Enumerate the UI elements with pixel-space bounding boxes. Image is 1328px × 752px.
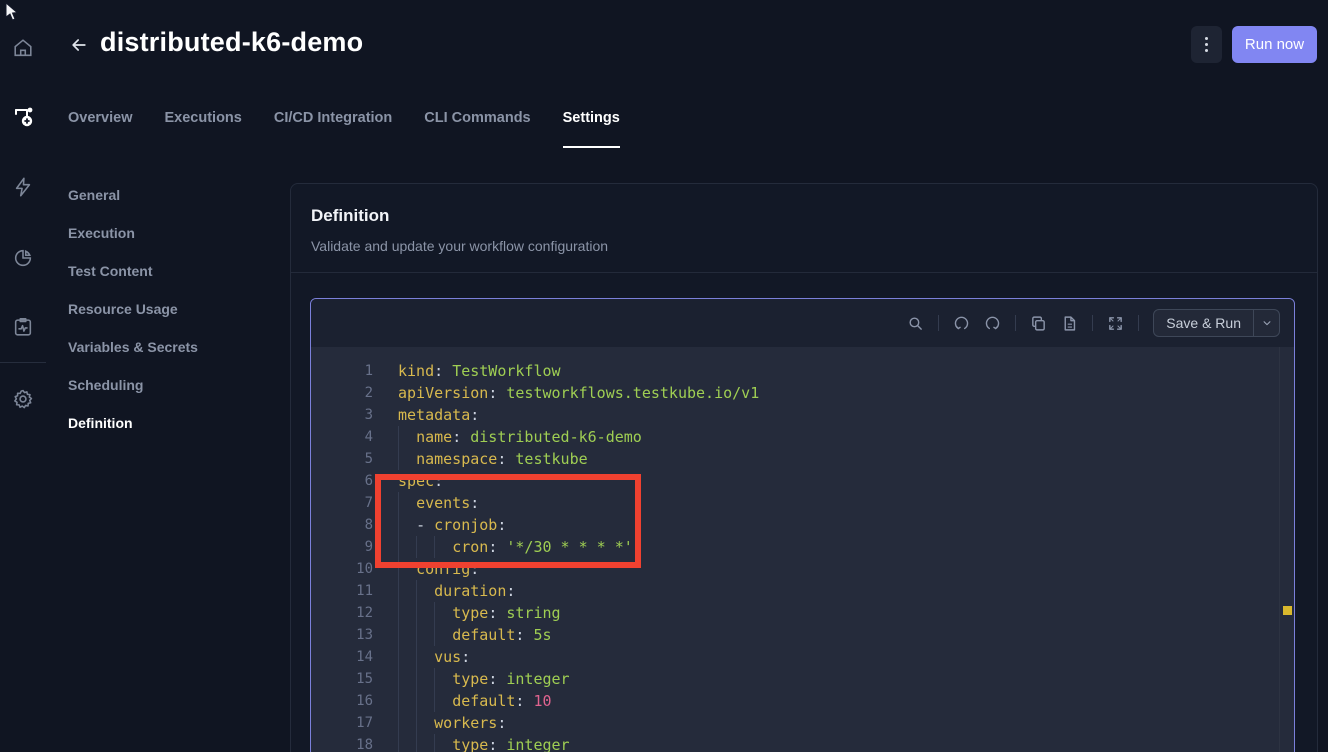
line-number: 3 bbox=[311, 407, 373, 423]
kebab-icon bbox=[1205, 37, 1208, 52]
code-line-14[interactable]: 14 vus: bbox=[311, 646, 1294, 668]
code-line-4[interactable]: 4 name: distributed-k6-demo bbox=[311, 426, 1294, 448]
toolbar-separator bbox=[1138, 315, 1139, 331]
back-button[interactable] bbox=[66, 32, 92, 58]
line-number: 14 bbox=[311, 649, 373, 665]
code-line-2[interactable]: 2apiVersion: testworkflows.testkube.io/v… bbox=[311, 382, 1294, 404]
tab-bar: Overview Executions CI/CD Integration CL… bbox=[68, 110, 620, 148]
code-line-1[interactable]: 1kind: TestWorkflow bbox=[311, 360, 1294, 382]
line-number: 15 bbox=[311, 671, 373, 687]
panel-subtitle: Validate and update your workflow config… bbox=[311, 238, 1297, 254]
line-number: 12 bbox=[311, 605, 373, 621]
code-line-13[interactable]: 13 default: 5s bbox=[311, 624, 1294, 646]
line-number: 4 bbox=[311, 429, 373, 445]
line-number: 8 bbox=[311, 517, 373, 533]
line-number: 5 bbox=[311, 451, 373, 467]
settings-nav-scheduling[interactable]: Scheduling bbox=[68, 377, 198, 415]
settings-nav-definition[interactable]: Definition bbox=[68, 415, 198, 453]
panel-header: Definition Validate and update your work… bbox=[291, 184, 1317, 273]
line-number: 7 bbox=[311, 495, 373, 511]
line-number: 1 bbox=[311, 363, 373, 379]
tab-executions[interactable]: Executions bbox=[165, 110, 242, 148]
triggers-icon[interactable] bbox=[8, 172, 38, 202]
icon-rail bbox=[0, 0, 46, 752]
home-icon[interactable] bbox=[8, 33, 38, 63]
panel-title: Definition bbox=[311, 206, 1297, 226]
settings-nav-resource-usage[interactable]: Resource Usage bbox=[68, 301, 198, 339]
mouse-cursor bbox=[4, 2, 20, 22]
code-line-6[interactable]: 6spec: bbox=[311, 470, 1294, 492]
chevron-down-icon[interactable] bbox=[1253, 310, 1279, 336]
redo-icon[interactable] bbox=[984, 315, 1001, 332]
editor-scrollbar[interactable] bbox=[1279, 347, 1280, 752]
line-number: 9 bbox=[311, 539, 373, 555]
code-line-8[interactable]: 8 - cronjob: bbox=[311, 514, 1294, 536]
page-title: distributed-k6-demo bbox=[100, 27, 363, 58]
tab-cli-commands[interactable]: CLI Commands bbox=[424, 110, 530, 148]
line-number: 13 bbox=[311, 627, 373, 643]
code-line-7[interactable]: 7 events: bbox=[311, 492, 1294, 514]
code-line-17[interactable]: 17 workers: bbox=[311, 712, 1294, 734]
code-line-15[interactable]: 15 type: integer bbox=[311, 668, 1294, 690]
line-number: 17 bbox=[311, 715, 373, 731]
code-line-3[interactable]: 3metadata: bbox=[311, 404, 1294, 426]
save-and-run-label[interactable]: Save & Run bbox=[1154, 315, 1253, 331]
more-actions-button[interactable] bbox=[1191, 26, 1222, 63]
line-number: 6 bbox=[311, 473, 373, 489]
settings-nav-execution[interactable]: Execution bbox=[68, 225, 198, 263]
code-line-12[interactable]: 12 type: string bbox=[311, 602, 1294, 624]
line-number: 11 bbox=[311, 583, 373, 599]
code-line-11[interactable]: 11 duration: bbox=[311, 580, 1294, 602]
monitoring-icon[interactable] bbox=[8, 312, 38, 342]
code-line-10[interactable]: 10 config: bbox=[311, 558, 1294, 580]
insights-icon[interactable] bbox=[8, 243, 38, 273]
line-number: 16 bbox=[311, 693, 373, 709]
document-icon[interactable] bbox=[1061, 315, 1078, 332]
yaml-editor[interactable]: Save & Run 1kind: TestWorkflow2apiVersio… bbox=[310, 298, 1295, 752]
editor-toolbar: Save & Run bbox=[311, 299, 1294, 347]
code-line-16[interactable]: 16 default: 10 bbox=[311, 690, 1294, 712]
settings-gear-icon[interactable] bbox=[8, 384, 38, 414]
line-number: 2 bbox=[311, 385, 373, 401]
save-and-run-button[interactable]: Save & Run bbox=[1153, 309, 1280, 337]
copy-icon[interactable] bbox=[1030, 315, 1047, 332]
rail-divider bbox=[0, 362, 46, 363]
line-number: 10 bbox=[311, 561, 373, 577]
toolbar-separator bbox=[1092, 315, 1093, 331]
settings-nav: General Execution Test Content Resource … bbox=[68, 187, 198, 453]
expand-icon[interactable] bbox=[1107, 315, 1124, 332]
search-icon[interactable] bbox=[907, 315, 924, 332]
code-line-9[interactable]: 9 cron: '*/30 * * * *' bbox=[311, 536, 1294, 558]
undo-icon[interactable] bbox=[953, 315, 970, 332]
tab-cicd-integration[interactable]: CI/CD Integration bbox=[274, 110, 392, 148]
code-lines[interactable]: 1kind: TestWorkflow2apiVersion: testwork… bbox=[311, 347, 1294, 752]
code-line-18[interactable]: 18 type: integer bbox=[311, 734, 1294, 752]
test-workflows-icon[interactable] bbox=[8, 102, 38, 132]
ruler-change-marker bbox=[1283, 606, 1292, 615]
settings-nav-variables-secrets[interactable]: Variables & Secrets bbox=[68, 339, 198, 377]
code-line-5[interactable]: 5 namespace: testkube bbox=[311, 448, 1294, 470]
tab-overview[interactable]: Overview bbox=[68, 110, 133, 148]
tab-settings[interactable]: Settings bbox=[563, 110, 620, 148]
settings-nav-general[interactable]: General bbox=[68, 187, 198, 225]
run-now-button[interactable]: Run now bbox=[1232, 26, 1317, 63]
toolbar-separator bbox=[1015, 315, 1016, 331]
settings-nav-test-content[interactable]: Test Content bbox=[68, 263, 198, 301]
toolbar-separator bbox=[938, 315, 939, 331]
line-number: 18 bbox=[311, 737, 373, 752]
